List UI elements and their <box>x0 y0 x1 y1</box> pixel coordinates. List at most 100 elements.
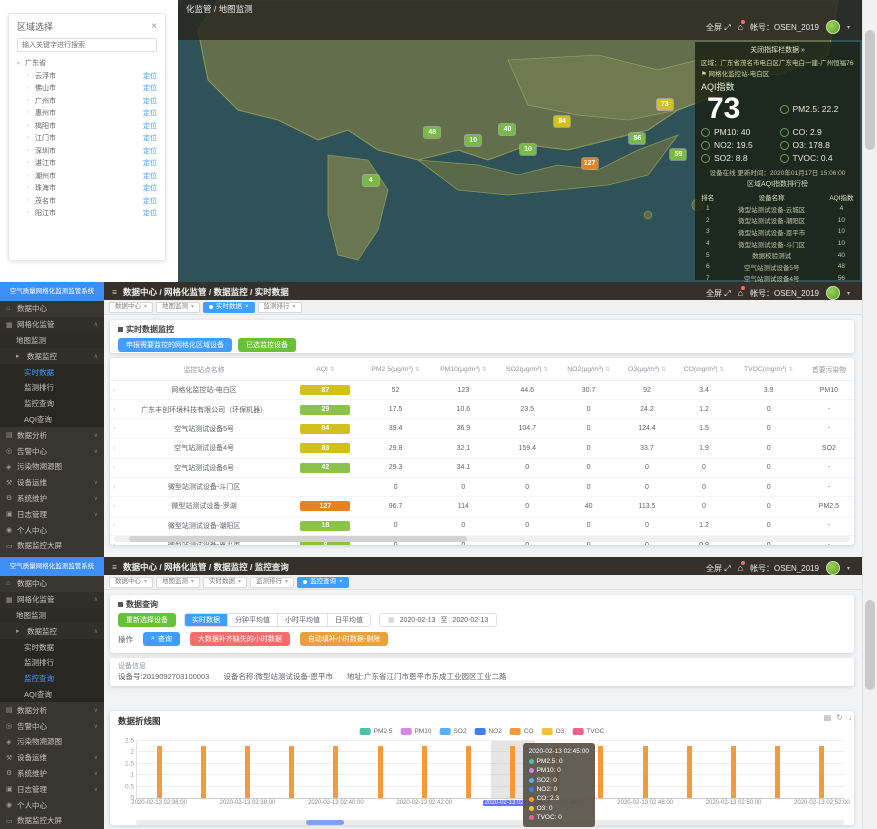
sidebar-item-告警中心[interactable]: ◎告警中心∨ <box>0 718 104 734</box>
legend-item-NO2[interactable]: NO2 <box>474 728 501 735</box>
tree-city-row[interactable]: ›惠州市定位 <box>17 107 157 120</box>
ranking-row[interactable]: 5数据校验测试40 <box>701 249 854 261</box>
sidebar-item-实时数据[interactable]: 实时数据 <box>0 639 104 655</box>
table-row[interactable]: ›空气站测试设备6号4229.334.100000- <box>110 458 854 477</box>
locate-link[interactable]: 定位 <box>143 133 157 143</box>
bar-co[interactable] <box>510 746 515 798</box>
sidebar-item-设备运维[interactable]: ⚒设备运维∨ <box>0 475 104 491</box>
expand-icon[interactable]: › <box>113 522 115 529</box>
chart-plot-area[interactable]: 00.511.522.52020-02-13 02:36:002020-02-1… <box>136 741 844 799</box>
sidebar-item-数据监控大屏[interactable]: ▭数据监控大屏 <box>0 538 104 554</box>
chevron-down-icon[interactable]: ▾ <box>144 577 147 587</box>
locate-link[interactable]: 定位 <box>143 108 157 118</box>
expand-icon[interactable]: › <box>113 387 115 394</box>
sidebar-item-个人中心[interactable]: ◉个人中心 <box>0 522 104 538</box>
tab-数据中心[interactable]: 数据中心▾ <box>109 577 153 588</box>
chevron-down-icon[interactable]: ▾ <box>191 302 194 312</box>
sort-icon[interactable]: ⇅ <box>603 367 610 373</box>
tree-city-row[interactable]: ›珠海市定位 <box>17 182 157 195</box>
tree-city-row[interactable]: ›佛山市定位 <box>17 82 157 95</box>
map-canvas[interactable]: 44810401084127567359 化监管 / 地图监测 全屏 ⤢ ⌂ 帐… <box>178 0 862 282</box>
notification-bell-icon[interactable]: ⌂ <box>738 563 743 573</box>
sidebar-item-数据中心[interactable]: ⌂数据中心 <box>0 301 104 317</box>
mode-option-日平均值[interactable]: 日平均值 <box>328 614 370 626</box>
aqi-map-marker[interactable]: 84 <box>554 116 570 127</box>
notification-bell-icon[interactable]: ⌂ <box>738 22 743 32</box>
hamburger-icon[interactable]: ≡ <box>112 562 117 572</box>
date-range-picker[interactable]: ▦ 2020-02-13 至 2020-02-13 <box>379 613 497 627</box>
tree-city-row[interactable]: ›江门市定位 <box>17 132 157 145</box>
sidebar-item-日志管理[interactable]: ▣日志管理∨ <box>0 781 104 797</box>
declare-grid-devices-button[interactable]: 申报需要监控的网格化区域设备 <box>118 338 232 352</box>
tree-city-row[interactable]: ›广州市定位 <box>17 95 157 108</box>
avatar[interactable] <box>826 20 840 34</box>
sidebar-item-地图监测[interactable]: 地图监测 <box>0 608 104 624</box>
tab-监测排行[interactable]: 监测排行▾ <box>250 577 294 588</box>
tab-监测排行[interactable]: 监测排行▾ <box>258 302 302 313</box>
sidebar-item-系统维护[interactable]: ⚙系统维护∨ <box>0 766 104 782</box>
locate-link[interactable]: 定位 <box>143 121 157 131</box>
ranking-row[interactable]: 3微型站测试设备-恩平市10 <box>701 226 854 238</box>
aqi-map-marker[interactable]: 48 <box>424 127 440 138</box>
aqi-map-marker[interactable]: 127 <box>582 158 598 169</box>
tab-地图监测[interactable]: 地图监测▾ <box>156 302 200 313</box>
sort-icon[interactable]: ⇅ <box>542 367 549 373</box>
table-row[interactable]: ›网格化监控站-电白区875212344.630.7923.43.9PM10 <box>110 381 854 400</box>
query-button[interactable]: ⌕查询 <box>143 632 180 646</box>
bar-co[interactable] <box>157 746 162 798</box>
bar-co[interactable] <box>201 746 206 798</box>
sidebar-item-实时数据[interactable]: 实时数据 <box>0 364 104 380</box>
sidebar-item-数据监控[interactable]: ▸数据监控∧ <box>0 623 104 639</box>
fullscreen-button[interactable]: 全屏 ⤢ <box>706 563 731 574</box>
tree-city-row[interactable]: ›云浮市定位 <box>17 70 157 83</box>
tab-监控查询[interactable]: 监控查询× <box>297 577 349 588</box>
table-horizontal-scrollbar[interactable] <box>114 536 850 542</box>
sidebar-item-AQI查询[interactable]: AQI查询 <box>0 687 104 703</box>
locate-link[interactable]: 定位 <box>143 171 157 181</box>
sidebar-item-污染物溯源图[interactable]: ◈污染物溯源图 <box>0 459 104 475</box>
locate-link[interactable]: 定位 <box>143 183 157 193</box>
table-row[interactable]: ›空气站测试设备4号8329.832.1159.4033.71.90SO2 <box>110 439 854 458</box>
sidebar-item-网格化监管[interactable]: ▦网格化监管∧ <box>0 592 104 608</box>
expand-icon[interactable]: › <box>113 425 115 432</box>
chevron-down-icon[interactable]: ▾ <box>847 290 850 297</box>
sidebar-item-污染物溯源图[interactable]: ◈污染物溯源图 <box>0 734 104 750</box>
close-icon[interactable]: × <box>245 302 249 312</box>
tab-数据中心[interactable]: 数据中心▾ <box>109 302 153 313</box>
sidebar-item-网格化监管[interactable]: ▦网格化监管∧ <box>0 317 104 333</box>
avatar[interactable] <box>826 286 840 300</box>
hamburger-icon[interactable]: ≡ <box>112 287 117 297</box>
sort-icon[interactable]: ⇅ <box>659 367 666 373</box>
locate-link[interactable]: 定位 <box>143 71 157 81</box>
bar-co[interactable] <box>819 746 824 798</box>
sidebar-item-监控查询[interactable]: 监控查询 <box>0 396 104 412</box>
aqi-map-marker[interactable]: 40 <box>499 124 515 135</box>
mode-option-分钟平均值[interactable]: 分钟平均值 <box>228 614 278 626</box>
legend-item-TVOC[interactable]: TVOC <box>572 728 604 735</box>
browser-scrollbar[interactable] <box>862 0 877 829</box>
bar-co[interactable] <box>731 746 736 798</box>
chevron-down-icon[interactable]: ▾ <box>191 577 194 587</box>
table-row[interactable]: ›微型站测试设备-斗门区0000000- <box>110 477 854 496</box>
sidebar-item-日志管理[interactable]: ▣日志管理∨ <box>0 506 104 522</box>
legend-item-O3[interactable]: O3 <box>542 728 565 735</box>
tab-实时数据[interactable]: 实时数据▾ <box>203 577 247 588</box>
sort-icon[interactable]: ⇅ <box>787 367 794 373</box>
toolbox-line-icon[interactable]: ▤ <box>824 713 832 722</box>
selected-devices-button[interactable]: 已选监控设备 <box>238 338 296 352</box>
tree-city-row[interactable]: ›茂名市定位 <box>17 195 157 208</box>
avatar[interactable] <box>826 561 840 575</box>
expand-icon[interactable]: › <box>113 464 115 471</box>
locate-link[interactable]: 定位 <box>143 83 157 93</box>
aqi-map-marker[interactable]: 56 <box>629 133 645 144</box>
bar-co[interactable] <box>466 746 471 798</box>
sidebar-item-AQI查询[interactable]: AQI查询 <box>0 412 104 428</box>
table-row[interactable]: ›微型站测试设备-罗湖12796.7114040113.500PM2.5 <box>110 497 854 516</box>
locate-link[interactable]: 定位 <box>143 208 157 218</box>
sidebar-item-数据分析[interactable]: ▤数据分析∨ <box>0 427 104 443</box>
tab-地图监测[interactable]: 地图监测▾ <box>156 577 200 588</box>
ranking-row[interactable]: 2微型站测试设备-潮阳区10 <box>701 215 854 227</box>
sort-icon[interactable]: ⇅ <box>328 367 335 373</box>
toolbox-restore-icon[interactable]: ↻ <box>836 713 843 722</box>
sidebar-item-设备运维[interactable]: ⚒设备运维∨ <box>0 750 104 766</box>
